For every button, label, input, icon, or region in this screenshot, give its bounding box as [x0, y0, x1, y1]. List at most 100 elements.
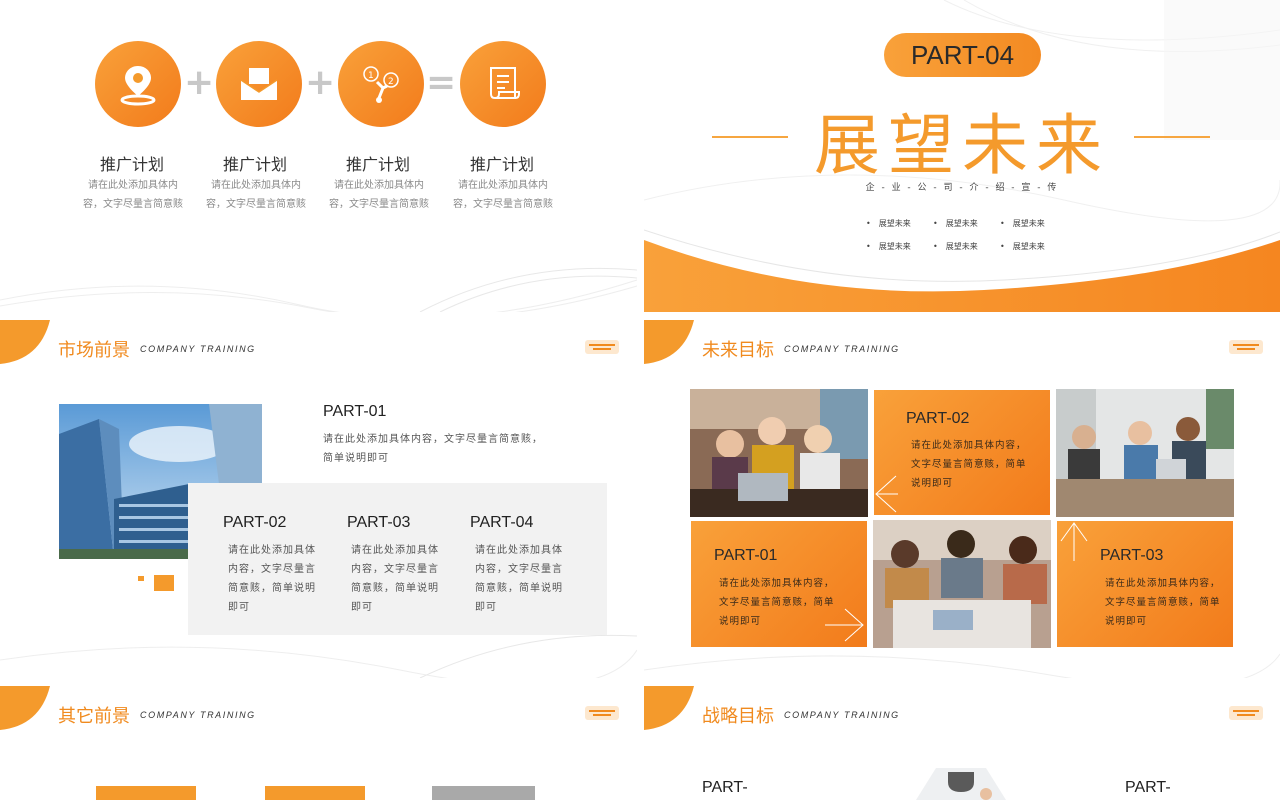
goal-desc: 请在此处添加具体内容， — [1105, 578, 1221, 589]
plan-desc-1: 请在此处添加具体内容，文字尽量言简意赅 — [83, 180, 183, 210]
card-top-2 — [265, 786, 365, 800]
part-01-desc-line1: 请在此处添加具体内容，文字尽量言简意赅， — [323, 434, 543, 445]
arrow-up-icon — [1060, 522, 1088, 561]
brand-logo-icon — [1229, 340, 1263, 354]
section-subtitle: COMPANY TRAINING — [784, 344, 900, 354]
brand-logo-icon — [1229, 706, 1263, 720]
plan-desc-3: 请在此处添加具体内容，文字尽量言简意赅 — [329, 180, 429, 210]
brand-logo-icon — [585, 340, 619, 354]
arrow-right-icon — [825, 608, 864, 642]
plus-operator-1: + — [184, 62, 215, 103]
slide-outlook-cover[interactable]: PART-04 展望未来 企 - 业 - 公 - 司 - 介 - 绍 - 宣 -… — [644, 0, 1280, 312]
goal-label: PART-02 — [906, 410, 970, 427]
section-title: 战略目标 — [702, 706, 774, 727]
section-subtitle: COMPANY TRAINING — [140, 344, 256, 354]
part-02-desc: 即可 — [228, 602, 250, 613]
bullet-item: 展望未来 — [933, 241, 978, 252]
section-title: 其它前景 — [58, 706, 130, 727]
section-title: 市场前景 — [58, 340, 130, 361]
team-photo-2 — [873, 520, 1051, 648]
wave-decoration — [0, 267, 637, 312]
location-pin-icon — [120, 66, 156, 106]
section-title: 未来目标 — [702, 340, 774, 361]
part-03-desc: 即可 — [351, 602, 373, 613]
brand-logo — [1229, 704, 1263, 722]
connection-nodes-icon: 1 2 — [363, 66, 399, 103]
slide-future-goals[interactable]: 未来目标 COMPANY TRAINING PART-02 请在此处添加具体内容… — [644, 320, 1280, 678]
part-04-desc: 简意赅，简单说明 — [475, 583, 563, 594]
cover-subtitle: 企 - 业 - 公 - 司 - 介 - 绍 - 宣 - 传 — [865, 183, 1059, 193]
slide-grid: + + 1 2 = 推广计划 请在此处添加具体内容，文字尽量言简意赅 推广计划 … — [0, 0, 1280, 800]
part-02-desc: 内容，文字尽量言 — [228, 564, 316, 575]
part-04-desc: 即可 — [475, 602, 497, 613]
team-discussion-image — [873, 520, 1051, 648]
goal-box-part-03[interactable]: PART-03 请在此处添加具体内容， 文字尽量言简意赅，简单 说明即可 — [1057, 521, 1233, 647]
brand-logo — [585, 704, 619, 722]
equals-operator: = — [426, 62, 457, 103]
slide-promotion-plan[interactable]: + + 1 2 = 推广计划 请在此处添加具体内容，文字尽量言简意赅 推广计划 … — [0, 0, 637, 312]
part-01-desc-line2: 简单说明即可 — [323, 453, 389, 464]
goal-desc: 文字尽量言简意赅，简单 — [719, 597, 835, 608]
accent-square-small — [138, 576, 144, 581]
part-04-label: PART-04 — [470, 514, 534, 531]
plan-circle-1[interactable] — [95, 41, 181, 127]
goal-desc: 说明即可 — [1105, 616, 1148, 627]
slide-other-outlook[interactable]: 其它前景 COMPANY TRAINING — [0, 686, 637, 800]
bullet-item: 展望未来 — [1000, 241, 1045, 252]
brand-logo — [1229, 338, 1263, 356]
corner-decoration — [644, 686, 694, 730]
corner-decoration — [0, 320, 50, 364]
part-02-label: PART-02 — [223, 514, 287, 531]
part-03-desc: 请在此处添加具体 — [351, 545, 439, 556]
plan-title-2: 推广计划 — [222, 155, 287, 174]
bullet-item: 展望未来 — [866, 218, 911, 229]
part-badge: PART-04 — [884, 33, 1041, 77]
cover-title: 展望未来 — [814, 107, 1110, 184]
team-photo-1 — [690, 389, 868, 517]
goal-box-part-02[interactable]: PART-02 请在此处添加具体内容， 文字尽量言简意赅，简单 说明即可 — [874, 390, 1050, 515]
plan-title-3: 推广计划 — [345, 155, 410, 174]
goal-label: PART-01 — [714, 547, 778, 564]
slide-strategic-goals[interactable]: 战略目标 COMPANY TRAINING PART- PART- — [644, 686, 1280, 800]
slide-market-outlook[interactable]: 市场前景 COMPANY TRAINING PART-01 请在此处添加具体内容… — [0, 320, 637, 678]
goal-desc: 文字尽量言简意赅，简单 — [1105, 597, 1221, 608]
section-subtitle: COMPANY TRAINING — [140, 710, 256, 720]
part-01-label: PART-01 — [323, 403, 387, 420]
plan-circle-2[interactable] — [216, 41, 302, 127]
team-meeting-image — [690, 389, 868, 517]
brand-logo — [585, 338, 619, 356]
arrow-left-icon — [875, 475, 898, 513]
goal-desc: 请在此处添加具体内容， — [719, 578, 835, 589]
part-02-desc: 请在此处添加具体 — [228, 545, 316, 556]
accent-square — [154, 575, 174, 591]
goal-box-part-01[interactable]: PART-01 请在此处添加具体内容， 文字尽量言简意赅，简单 说明即可 — [691, 521, 867, 647]
plan-title-4: 推广计划 — [469, 155, 534, 174]
plan-circle-3[interactable]: 1 2 — [338, 41, 424, 127]
part-02-desc: 简意赅，简单说明 — [228, 583, 316, 594]
corner-decoration — [644, 320, 694, 364]
part-04-desc: 内容，文字尽量言 — [475, 564, 563, 575]
envelope-icon — [240, 68, 278, 100]
part-04-desc: 请在此处添加具体 — [475, 545, 563, 556]
brand-logo-icon — [585, 706, 619, 720]
plan-circle-4[interactable] — [460, 41, 546, 127]
section-subtitle: COMPANY TRAINING — [784, 710, 900, 720]
svg-text:1: 1 — [368, 71, 374, 81]
corner-decoration — [0, 686, 50, 730]
goal-desc: 文字尽量言简意赅，简单 — [911, 459, 1027, 470]
part-label-left: PART- — [702, 779, 748, 796]
goal-desc: 说明即可 — [719, 616, 762, 627]
office-team-image — [1056, 389, 1234, 517]
plan-title-1: 推广计划 — [99, 155, 164, 174]
goal-desc: 请在此处添加具体内容， — [911, 440, 1027, 451]
bullet-item: 展望未来 — [933, 218, 978, 229]
plus-operator-2: + — [305, 62, 336, 103]
card-top-3 — [432, 786, 535, 800]
part-03-desc: 内容，文字尽量言 — [351, 564, 439, 575]
bullet-item: 展望未来 — [866, 241, 911, 252]
svg-text:2: 2 — [388, 77, 394, 87]
part-label-right: PART- — [1125, 779, 1171, 796]
trophy-photo — [916, 768, 1006, 800]
plan-desc-2: 请在此处添加具体内容，文字尽量言简意赅 — [206, 180, 306, 210]
orange-wave-footer — [644, 229, 1280, 312]
